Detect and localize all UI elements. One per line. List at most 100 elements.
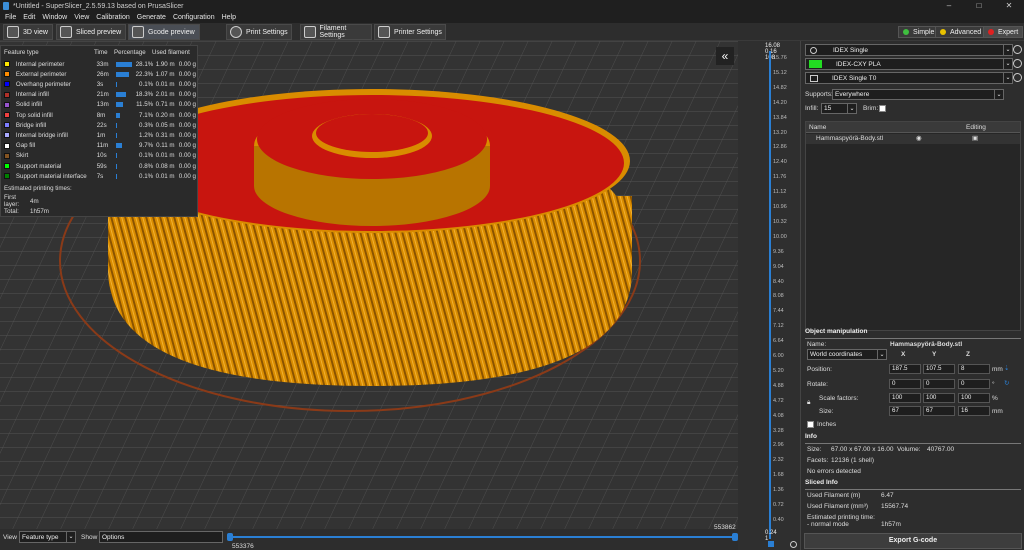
legend-row[interactable]: Bridge infill 22s 0.3% 0.05 m 0.00 g bbox=[4, 120, 196, 130]
menu-calibration[interactable]: Calibration bbox=[96, 14, 129, 21]
feature-g: 0.00 g bbox=[178, 101, 196, 109]
printer-combo[interactable]: IDEX Single ⌄ bbox=[805, 44, 1013, 56]
legend-row[interactable]: Internal infill 21m 18.3% 2.01 m 0.00 g bbox=[4, 90, 196, 100]
rotate-x-input[interactable]: 0 bbox=[889, 379, 921, 389]
position-y-input[interactable]: 107.5 bbox=[923, 364, 955, 374]
export-gcode-button[interactable]: Export G-code bbox=[804, 533, 1022, 549]
view-type-value: Feature type bbox=[22, 533, 59, 541]
size-unit: mm bbox=[992, 408, 1003, 415]
brim-checkbox[interactable] bbox=[879, 105, 886, 112]
filament-gear-icon[interactable] bbox=[1013, 59, 1022, 68]
layer-slider[interactable]: 16.08 0.16 108 15.7615.1214.8214.2013.84… bbox=[738, 41, 800, 550]
legend-row[interactable]: Skirt 10s 0.1% 0.01 m 0.00 g bbox=[4, 151, 196, 161]
position-x-input[interactable]: 187.5 bbox=[889, 364, 921, 374]
menu-configuration[interactable]: Configuration bbox=[173, 14, 215, 21]
menu-edit[interactable]: Edit bbox=[23, 14, 35, 21]
maximize-icon[interactable]: □ bbox=[964, 0, 994, 12]
settings-gear-icon[interactable] bbox=[790, 541, 797, 548]
legend-row[interactable]: External perimeter 26m 22.3% 1.07 m 0.00 g bbox=[4, 69, 196, 79]
layer-tick-label: 2.96 bbox=[773, 442, 784, 449]
legend-row[interactable]: Internal bridge infill 1m 1.2% 0.31 m 0.00 g bbox=[4, 130, 196, 140]
position-label: Position: bbox=[807, 366, 832, 373]
slider-track[interactable] bbox=[769, 51, 771, 539]
show-options-combo[interactable]: Options bbox=[99, 531, 223, 543]
feature-m: 0.08 m bbox=[155, 162, 175, 170]
mode-simple-button[interactable]: Simple bbox=[898, 26, 940, 38]
reset-rotation-icon[interactable]: ↻ bbox=[1004, 379, 1009, 387]
feature-name: Internal perimeter bbox=[15, 60, 65, 68]
position-z-input[interactable]: 8 bbox=[958, 364, 990, 374]
tab-printer-settings[interactable]: Printer Settings bbox=[374, 24, 446, 40]
size-x-input[interactable]: 67 bbox=[889, 406, 921, 416]
lock-scale-icon[interactable]: 🔒︎ bbox=[807, 399, 810, 407]
layer-tick-label: 1.36 bbox=[773, 487, 784, 494]
info-header-text: Info bbox=[805, 433, 817, 440]
tab-filament-settings[interactable]: Filament Settings bbox=[300, 24, 372, 40]
lock-icon[interactable] bbox=[768, 541, 774, 547]
move-slider-left-thumb[interactable] bbox=[227, 533, 233, 541]
collapse-sidebar-icon[interactable]: « bbox=[716, 47, 734, 65]
legend-row[interactable]: Solid infill 13m 11.5% 0.71 m 0.00 g bbox=[4, 100, 196, 110]
scale-x-input[interactable]: 100 bbox=[889, 393, 921, 403]
print-gear-icon[interactable] bbox=[1013, 73, 1022, 82]
object-row[interactable]: Hammaspyörä-Body.stl ◉ ▣ bbox=[806, 134, 1020, 144]
drop-to-bed-icon[interactable]: ⇣ bbox=[1004, 364, 1009, 372]
supports-combo[interactable]: Everywhere ⌄ bbox=[832, 89, 1004, 100]
feature-g: 0.00 g bbox=[178, 60, 196, 68]
total-label: Total: bbox=[4, 207, 19, 215]
legend-row[interactable]: Gap fill 11m 9.7% 0.11 m 0.00 g bbox=[4, 141, 196, 151]
scale-z-input[interactable]: 100 bbox=[958, 393, 990, 403]
menu-file[interactable]: File bbox=[5, 14, 16, 21]
feature-time: 1m bbox=[96, 131, 106, 139]
color-swatch bbox=[4, 61, 10, 67]
print-profile-combo[interactable]: IDEX Single T0 ⌄ bbox=[805, 72, 1013, 84]
move-slider-right-thumb[interactable] bbox=[732, 533, 738, 541]
layer-tick-label: 8.08 bbox=[773, 293, 784, 300]
view-type-combo[interactable]: Feature type ⌄ bbox=[19, 531, 76, 543]
percentage-bar bbox=[116, 81, 132, 87]
mode-expert-button[interactable]: Expert bbox=[983, 26, 1024, 38]
facets-label: Facets: bbox=[807, 457, 829, 464]
rotate-y-input[interactable]: 0 bbox=[923, 379, 955, 389]
color-swatch bbox=[4, 71, 10, 78]
tab-print-settings[interactable]: Print Settings bbox=[226, 24, 292, 40]
move-slider-track[interactable] bbox=[230, 536, 736, 538]
layer-tick-label: 4.08 bbox=[773, 412, 784, 419]
legend-row[interactable]: Top solid infill 8m 7.1% 0.20 m 0.00 g bbox=[4, 110, 196, 120]
tab-gcode-preview[interactable]: Gcode preview bbox=[128, 24, 200, 40]
eye-icon[interactable]: ◉ bbox=[916, 134, 922, 142]
bottom-bar: View Feature type ⌄ Show Options 553862 5… bbox=[0, 524, 738, 550]
layer-tick-label: 9.36 bbox=[773, 248, 784, 255]
menu-view[interactable]: View bbox=[74, 14, 89, 21]
mode-advanced-button[interactable]: Advanced bbox=[935, 26, 987, 38]
printer-gear-icon[interactable] bbox=[1013, 45, 1022, 54]
legend-row[interactable]: Support material 59s 0.8% 0.08 m 0.00 g bbox=[4, 161, 196, 171]
legend-row[interactable]: Support material interface 7s 0.1% 0.01 m 0.… bbox=[4, 171, 196, 181]
legend-row[interactable]: Overhang perimeter 3s 0.1% 0.01 m 0.00 g bbox=[4, 79, 196, 89]
y-label: Y bbox=[932, 351, 937, 358]
layer-tick-label: 13.84 bbox=[773, 114, 787, 121]
infill-combo[interactable]: 15 ⌄ bbox=[821, 103, 857, 114]
edit-icon[interactable]: ▣ bbox=[972, 134, 978, 142]
filament-combo[interactable]: IDEX-CXY PLA ⌄ bbox=[805, 58, 1013, 70]
menu-window[interactable]: Window bbox=[42, 14, 67, 21]
hslider-right-value: 553862 bbox=[714, 524, 736, 531]
filament-color-swatch bbox=[809, 60, 822, 68]
rotate-z-input[interactable]: 0 bbox=[958, 379, 990, 389]
show-label: Show bbox=[81, 534, 98, 541]
menu-help[interactable]: Help bbox=[222, 14, 236, 21]
minimize-icon[interactable]: – bbox=[934, 0, 964, 12]
size-y-input[interactable]: 67 bbox=[923, 406, 955, 416]
close-icon[interactable]: ✕ bbox=[994, 0, 1024, 12]
scale-y-input[interactable]: 100 bbox=[923, 393, 955, 403]
legend-row[interactable]: Internal perimeter 33m 28.1% 1.90 m 0.00 g bbox=[4, 59, 196, 69]
coordinates-combo[interactable]: World coordinates ⌄ bbox=[807, 349, 887, 360]
inches-checkbox[interactable] bbox=[807, 421, 814, 428]
size-z-input[interactable]: 16 bbox=[958, 406, 990, 416]
tab-3d-view[interactable]: 3D view bbox=[3, 24, 53, 40]
layer-tick-label: 1.68 bbox=[773, 472, 784, 479]
menu-generate[interactable]: Generate bbox=[137, 14, 166, 21]
info-volume-value: 40767.00 bbox=[927, 446, 955, 453]
feature-g: 0.00 g bbox=[178, 121, 196, 129]
tab-sliced-preview[interactable]: Sliced preview bbox=[56, 24, 126, 40]
